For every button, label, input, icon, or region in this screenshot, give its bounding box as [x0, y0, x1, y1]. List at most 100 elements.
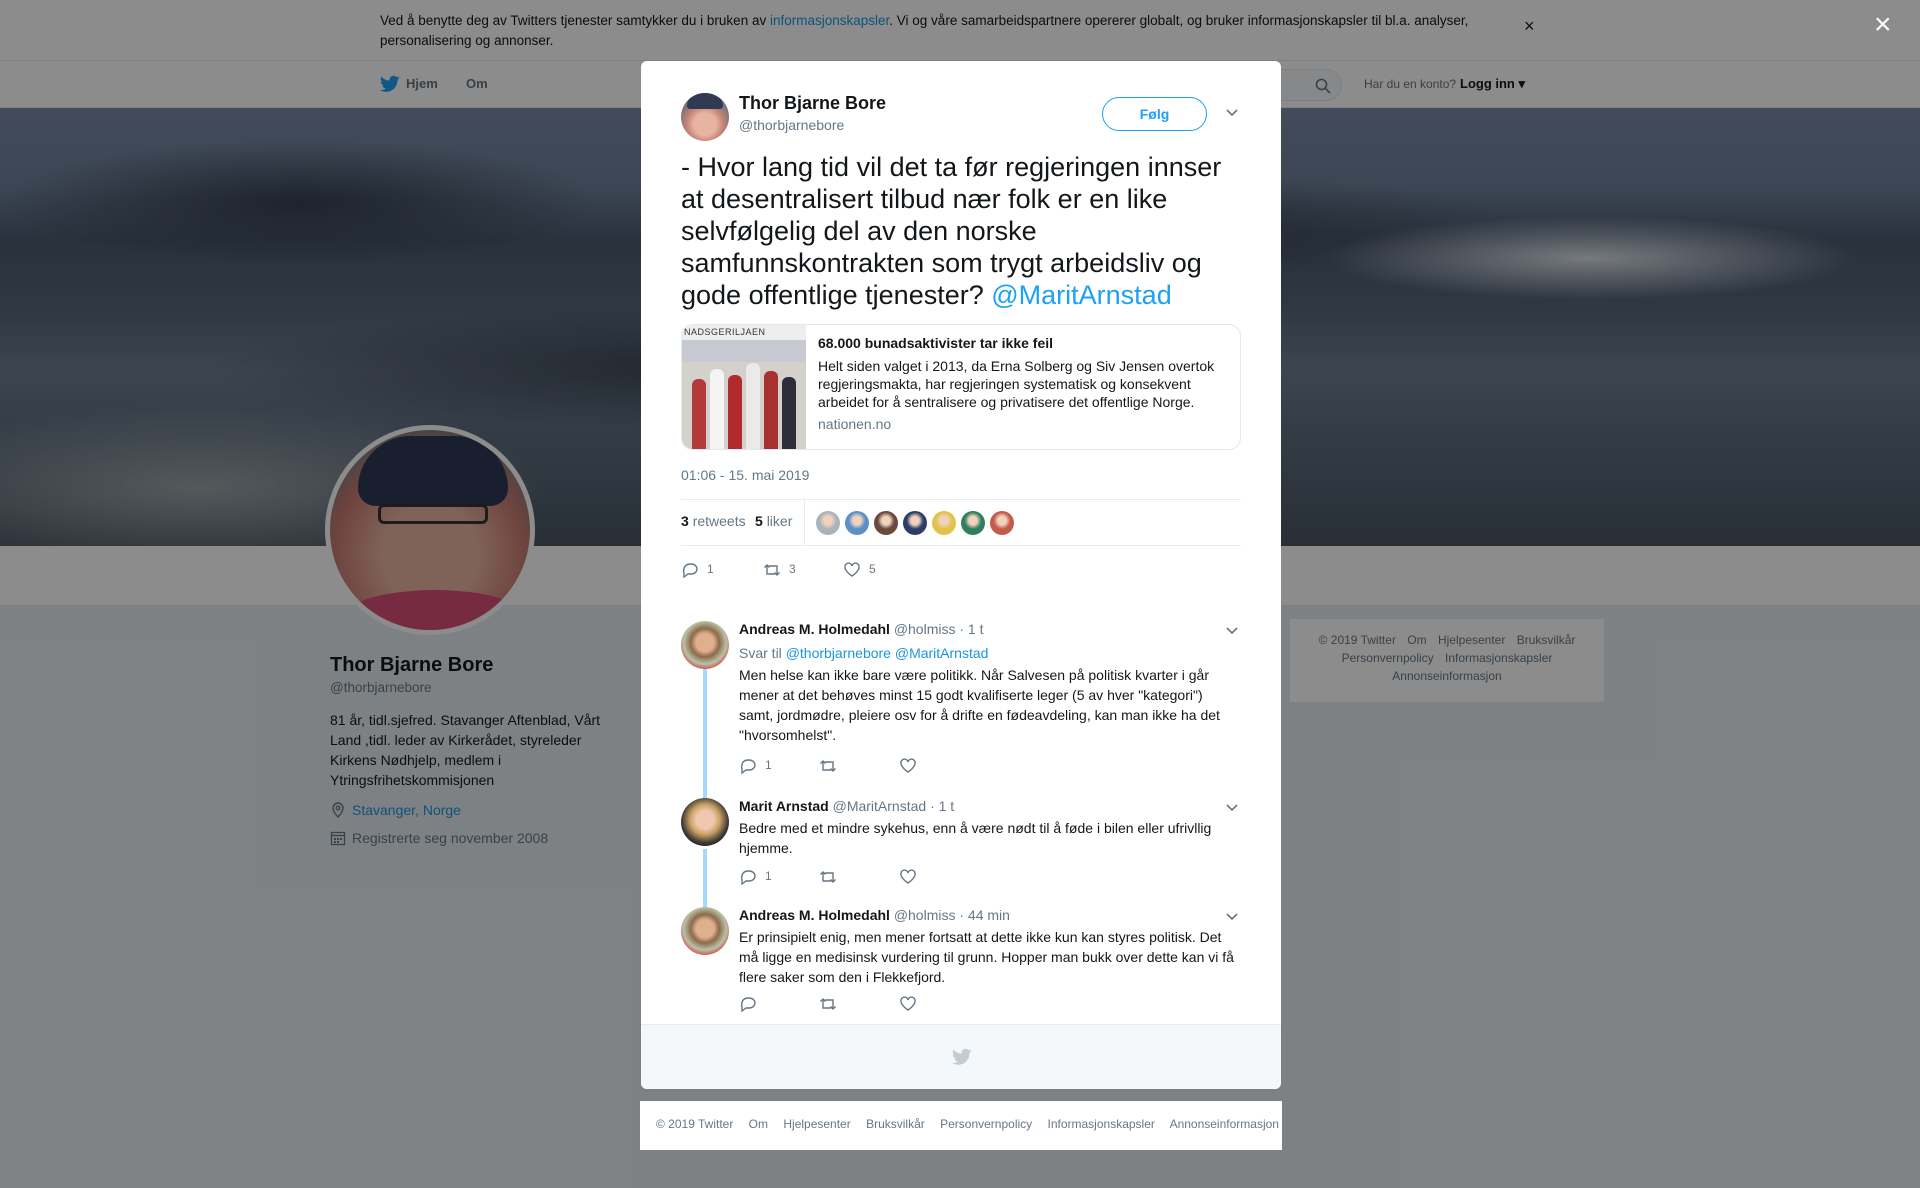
- tweet-actions: 1 3 5: [681, 561, 981, 581]
- reply-to-line: Svar til @thorbjarnebore @MaritArnstad: [739, 645, 988, 661]
- footer-copyright: © 2019 Twitter: [656, 1117, 734, 1131]
- tweet-timestamp[interactable]: 01:06 - 15. mai 2019: [681, 467, 809, 483]
- tweet-author-avatar[interactable]: [681, 93, 729, 141]
- reply-author-handle[interactable]: @holmiss: [894, 621, 956, 637]
- modal-footer: [641, 1024, 1281, 1089]
- reply-author-avatar[interactable]: [681, 907, 729, 955]
- retweet-icon: [820, 760, 836, 772]
- reply-actions: [739, 995, 1039, 1015]
- retweet-label: retweets: [692, 513, 746, 529]
- retweet-count: 3: [681, 513, 689, 529]
- thread-line: [703, 849, 707, 911]
- retweet-action-count: 3: [789, 562, 796, 576]
- reply-header: Andreas M. Holmedahl @holmiss · 1 t: [739, 621, 984, 637]
- liker-avatar[interactable]: [932, 511, 956, 535]
- footer-link-terms[interactable]: Bruksvilkår: [866, 1117, 925, 1131]
- reply-action[interactable]: 1: [681, 561, 714, 579]
- like-count: 5: [755, 513, 763, 529]
- card-image: NADSGERILJAEN: [682, 325, 806, 449]
- reply-action[interactable]: 1: [739, 757, 772, 775]
- like-stat[interactable]: 5 liker: [755, 513, 792, 529]
- footer-link-ads-info[interactable]: Annonseinformasjon: [1170, 1117, 1279, 1131]
- chevron-down-icon[interactable]: [1225, 105, 1239, 119]
- reply-actions: 1: [739, 868, 1039, 888]
- reply-header: Andreas M. Holmedahl @holmiss · 44 min: [739, 907, 1010, 923]
- heart-icon: [900, 758, 916, 773]
- retweet-action[interactable]: 3: [763, 561, 796, 579]
- reply-author-name[interactable]: Andreas M. Holmedahl: [739, 907, 890, 923]
- reply-author-name[interactable]: Marit Arnstad: [739, 798, 829, 814]
- footer-link-help[interactable]: Hjelpesenter: [783, 1117, 850, 1131]
- like-action[interactable]: [899, 868, 917, 886]
- reply-icon: [740, 870, 756, 886]
- heart-icon: [900, 869, 916, 884]
- reply-icon: [740, 997, 756, 1013]
- card-image-caption: NADSGERILJAEN: [684, 327, 766, 337]
- retweet-stat[interactable]: 3 retweets: [681, 513, 746, 529]
- liker-avatar[interactable]: [990, 511, 1014, 535]
- liker-avatar[interactable]: [961, 511, 985, 535]
- card-description: Helt siden valget i 2013, da Erna Solber…: [818, 358, 1215, 410]
- reply-count: 1: [707, 562, 714, 576]
- reply-count: 1: [765, 758, 772, 772]
- reply-author-handle[interactable]: @MaritArnstad: [833, 798, 927, 814]
- retweet-action[interactable]: [819, 995, 837, 1013]
- footer-link-privacy[interactable]: Personvernpolicy: [940, 1117, 1032, 1131]
- tweet-author-name[interactable]: Thor Bjarne Bore: [739, 93, 886, 114]
- thread-line: [703, 669, 707, 799]
- chevron-down-icon[interactable]: [1225, 800, 1239, 814]
- reply-author-avatar[interactable]: [681, 621, 729, 669]
- reply-author-handle[interactable]: @holmiss: [894, 907, 956, 923]
- reply-author-avatar[interactable]: [681, 798, 729, 846]
- liker-avatars: [816, 511, 1019, 535]
- bottom-footer: © 2019 Twitter Om Hjelpesenter Bruksvilk…: [640, 1101, 1282, 1150]
- card-domain: nationen.no: [818, 416, 892, 432]
- tweet-modal: Thor Bjarne Bore @thorbjarnebore Følg - …: [641, 61, 1281, 1089]
- retweet-icon: [764, 564, 780, 576]
- reply-count: 1: [765, 869, 772, 883]
- like-action[interactable]: [899, 757, 917, 775]
- tweet-mention-link[interactable]: @MaritArnstad: [991, 280, 1171, 310]
- retweet-icon: [820, 871, 836, 883]
- reply-text: Men helse kan ikke bare være politikk. N…: [739, 667, 1220, 743]
- reply-to-mentions[interactable]: @thorbjarnebore @MaritArnstad: [786, 645, 989, 661]
- footer-link-about[interactable]: Om: [749, 1117, 768, 1131]
- reply-text: Er prinsipielt enig, men mener fortsatt …: [739, 929, 1234, 985]
- tweet-stats: 3 retweets 5 liker: [681, 499, 1241, 546]
- like-action-count: 5: [869, 562, 876, 576]
- like-label: liker: [766, 513, 793, 529]
- tweet-author-handle[interactable]: @thorbjarnebore: [739, 117, 844, 133]
- follow-button[interactable]: Følg: [1102, 97, 1207, 131]
- retweet-action[interactable]: [819, 868, 837, 886]
- reply-header: Marit Arnstad @MaritArnstad · 1 t: [739, 798, 954, 814]
- liker-avatar[interactable]: [845, 511, 869, 535]
- reply-text: Bedre med et mindre sykehus, enn å være …: [739, 820, 1212, 856]
- footer-link-cookies[interactable]: Informasjonskapsler: [1048, 1117, 1155, 1131]
- reply-to-label: Svar til: [739, 645, 782, 661]
- twitter-bird-icon: [952, 1048, 972, 1065]
- tweet-text: - Hvor lang tid vil det ta før regjering…: [681, 151, 1241, 311]
- reply-time[interactable]: · 1 t: [930, 798, 954, 814]
- like-action[interactable]: 5: [843, 561, 876, 579]
- reply-author-name[interactable]: Andreas M. Holmedahl: [739, 621, 890, 637]
- retweet-action[interactable]: [819, 757, 837, 775]
- retweet-icon: [820, 998, 836, 1010]
- chevron-down-icon[interactable]: [1225, 623, 1239, 637]
- link-preview-card[interactable]: NADSGERILJAEN 68.000 bunadsaktivister ta…: [681, 324, 1241, 450]
- like-action[interactable]: [899, 995, 917, 1013]
- liker-avatar[interactable]: [874, 511, 898, 535]
- liker-avatar[interactable]: [903, 511, 927, 535]
- liker-avatar[interactable]: [816, 511, 840, 535]
- reply-actions: 1: [739, 757, 1039, 777]
- reply-time[interactable]: · 44 min: [959, 907, 1010, 923]
- card-title: 68.000 bunadsaktivister tar ikke feil: [818, 335, 1054, 351]
- chevron-down-icon[interactable]: [1225, 909, 1239, 923]
- reply-icon: [740, 759, 756, 775]
- heart-icon: [844, 562, 860, 577]
- modal-close-icon[interactable]: ×: [1874, 10, 1892, 40]
- reply-time[interactable]: · 1 t: [959, 621, 983, 637]
- reply-icon: [682, 563, 698, 579]
- heart-icon: [900, 996, 916, 1011]
- reply-action[interactable]: 1: [739, 868, 772, 886]
- reply-action[interactable]: [739, 995, 757, 1013]
